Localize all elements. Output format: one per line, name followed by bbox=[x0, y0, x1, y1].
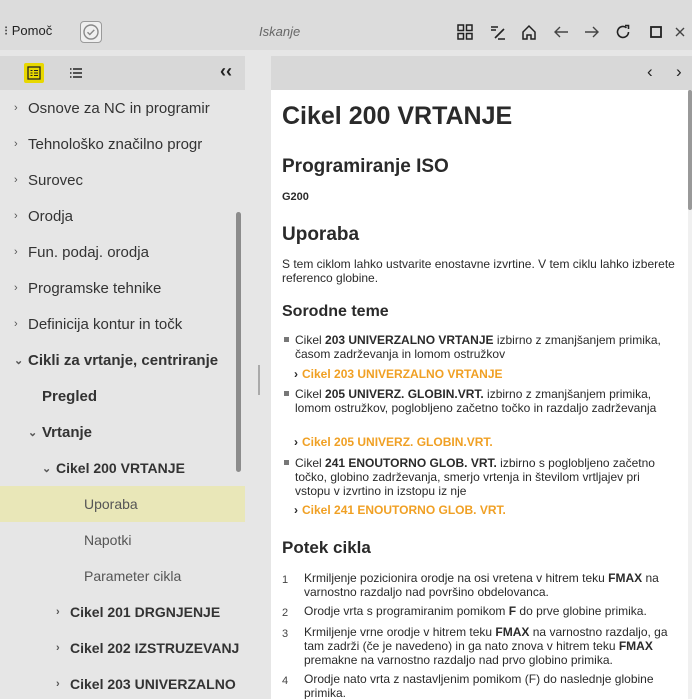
list-view-button[interactable] bbox=[66, 63, 86, 83]
flow-step: 2 Orodje vrta s programiranim pomikom F d… bbox=[282, 604, 647, 619]
previous-page-button[interactable]: ‹ bbox=[647, 62, 653, 82]
usage-heading: Uporaba bbox=[282, 224, 360, 245]
toc-view-button[interactable] bbox=[24, 63, 44, 83]
grid-view-icon[interactable] bbox=[454, 21, 476, 43]
iso-code: G200 bbox=[282, 191, 309, 203]
flow-heading: Potek cikla bbox=[282, 538, 371, 557]
iso-heading: Programiranje ISO bbox=[282, 156, 449, 177]
search-input[interactable] bbox=[251, 18, 431, 44]
content-toolbar: ‹ › bbox=[271, 56, 692, 90]
tree-item[interactable]: › Fun. podaj. orodja bbox=[0, 234, 245, 270]
tree-item-selected[interactable]: Uporaba bbox=[0, 486, 245, 522]
list-icon bbox=[70, 68, 82, 78]
flow-step: 1 Krmiljenje pozicionira orodje na osi vr… bbox=[282, 571, 659, 599]
help-content: Cikel 200 VRTANJE Programiranje ISO G200… bbox=[271, 90, 688, 699]
tree-item[interactable]: Napotki bbox=[0, 522, 245, 558]
toc-tree: › Osnove za NC in programir › Tehnološko z… bbox=[0, 90, 245, 699]
tree-item[interactable]: › Cikel 202 IZSTRUZEVANJ bbox=[0, 630, 245, 666]
flow-step: 3 Krmiljenje vrne orodje v hitrem teku FM… bbox=[282, 625, 668, 667]
edit-text-icon[interactable] bbox=[487, 21, 509, 43]
toc-icon bbox=[27, 66, 41, 80]
related-item: Cikel 203 UNIVERZALNO VRTANJE izbirno z … bbox=[282, 333, 677, 361]
tree-item-expanded[interactable]: ⌄ Cikel 200 VRTANJE bbox=[0, 450, 245, 486]
flow-step: 4 Orodje nato vrta z nastavljenim pomikom… bbox=[282, 672, 654, 699]
tree-item[interactable]: › Orodja bbox=[0, 198, 245, 234]
sidebar-toolbar: ‹‹ bbox=[0, 56, 245, 90]
tree-item[interactable]: Parameter cikla bbox=[0, 558, 245, 594]
maximize-icon[interactable] bbox=[645, 21, 667, 43]
next-page-button[interactable]: › bbox=[676, 62, 682, 82]
usage-text: S tem ciklom lahko ustvarite enostavne i… bbox=[282, 257, 675, 285]
home-icon[interactable] bbox=[518, 21, 540, 43]
arrow-right-icon[interactable] bbox=[581, 21, 603, 43]
app-title[interactable]: ⁝ Pomoč bbox=[4, 23, 52, 39]
tree-item[interactable]: › Programske tehnike bbox=[0, 270, 245, 306]
related-heading: Sorodne teme bbox=[282, 303, 389, 320]
arrow-left-icon[interactable] bbox=[550, 21, 572, 43]
splitter-handle[interactable] bbox=[258, 365, 260, 395]
tree-item[interactable]: Pregled bbox=[0, 378, 245, 414]
scrollbar-thumb[interactable] bbox=[688, 90, 692, 210]
check-circle-icon bbox=[83, 24, 99, 40]
tree-item[interactable]: › Definicija kontur in točk bbox=[0, 306, 245, 342]
tree-item[interactable]: › Tehnološko značilno progr bbox=[0, 126, 245, 162]
collapse-sidebar-button[interactable]: ‹‹ bbox=[220, 61, 232, 82]
tree-item-expanded[interactable]: ⌄ Vrtanje bbox=[0, 414, 245, 450]
search-box bbox=[251, 18, 431, 44]
related-item: Cikel 241 ENOUTORNO GLOB. VRT. izbirno s… bbox=[282, 456, 677, 498]
refresh-icon[interactable] bbox=[612, 21, 634, 43]
related-link[interactable]: › Cikel 241 ENOUTORNO GLOB. VRT. bbox=[294, 503, 506, 517]
tree-item[interactable]: › Cikel 201 DRGNJENJE bbox=[0, 594, 245, 630]
top-bar: ⁝ Pomoč bbox=[0, 0, 692, 50]
close-icon[interactable] bbox=[669, 21, 691, 43]
page-title: Cikel 200 VRTANJE bbox=[282, 102, 513, 130]
tree-item[interactable]: › Osnove za NC in programir bbox=[0, 90, 245, 126]
related-item: Cikel 205 UNIVERZ. GLOBIN.VRT. izbirno z… bbox=[282, 387, 677, 415]
sidebar-scrollbar[interactable] bbox=[236, 212, 241, 472]
tree-item[interactable]: › Surovec bbox=[0, 162, 245, 198]
related-link[interactable]: › Cikel 203 UNIVERZALNO VRTANJE bbox=[294, 367, 503, 381]
confirm-button[interactable] bbox=[80, 21, 102, 43]
content-scrollbar[interactable] bbox=[688, 90, 692, 699]
tree-item[interactable]: › Cikel 203 UNIVERZALNO bbox=[0, 666, 245, 699]
tree-item-expanded[interactable]: ⌄ Cikli za vrtanje, centriranje bbox=[0, 342, 245, 378]
related-link[interactable]: › Cikel 205 UNIVERZ. GLOBIN.VRT. bbox=[294, 435, 493, 449]
